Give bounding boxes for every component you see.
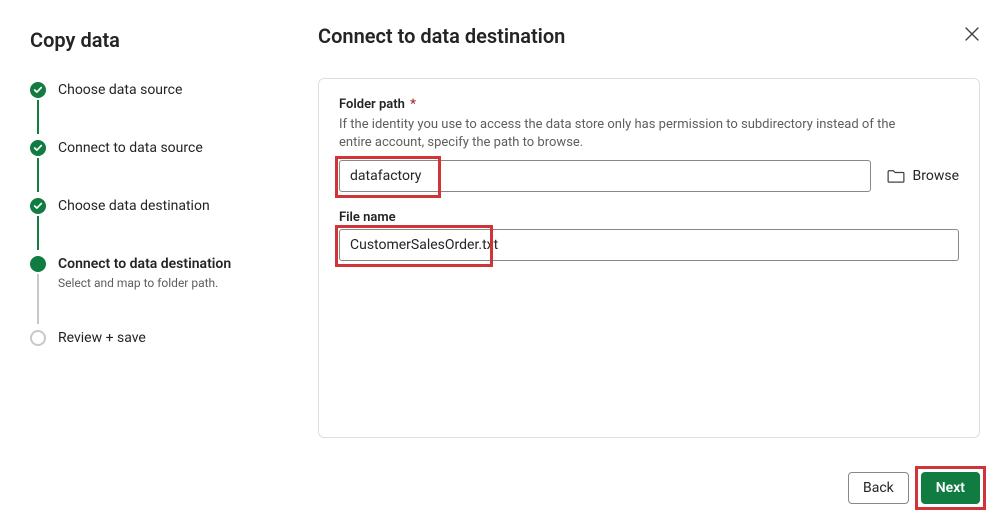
page-title: Connect to data destination xyxy=(318,24,565,48)
step-choose-source[interactable]: Choose data source xyxy=(30,80,280,138)
back-button[interactable]: Back xyxy=(848,472,909,504)
browse-button[interactable]: Browse xyxy=(887,168,959,184)
checkmark-icon xyxy=(30,140,46,156)
step-connect-destination[interactable]: Connect to data destination Select and m… xyxy=(30,254,280,328)
step-choose-destination[interactable]: Choose data destination xyxy=(30,196,280,254)
checkmark-icon xyxy=(30,198,46,214)
step-label: Choose data source xyxy=(58,80,182,100)
required-marker: * xyxy=(410,97,416,112)
folder-path-field: Folder path * If the identity you use to… xyxy=(339,97,959,192)
file-name-field: File name xyxy=(339,210,959,261)
folder-path-row: Browse xyxy=(339,160,959,192)
folder-path-label: Folder path * xyxy=(339,97,959,112)
open-step-icon xyxy=(30,330,46,346)
browse-label: Browse xyxy=(913,168,959,184)
close-button[interactable] xyxy=(952,24,980,52)
file-name-label: File name xyxy=(339,210,959,225)
folder-path-description: If the identity you use to access the da… xyxy=(339,116,899,152)
step-connect-source[interactable]: Connect to data source xyxy=(30,138,280,196)
file-name-input[interactable] xyxy=(339,229,959,261)
footer-actions: Back Next xyxy=(318,454,980,504)
main-panel: Connect to data destination Folder path … xyxy=(300,0,996,520)
close-icon xyxy=(964,26,980,42)
step-review-save[interactable]: Review + save xyxy=(30,328,280,386)
wizard-sidebar: Copy data Choose data source Connect to … xyxy=(0,0,300,520)
folder-icon xyxy=(887,169,905,183)
next-button[interactable]: Next xyxy=(921,472,980,504)
folder-path-input[interactable] xyxy=(339,160,871,192)
step-label: Connect to data destination xyxy=(58,254,231,274)
form-panel: Folder path * If the identity you use to… xyxy=(318,78,980,438)
step-sublabel: Select and map to folder path. xyxy=(58,276,231,290)
step-label: Connect to data source xyxy=(58,138,203,158)
step-label: Review + save xyxy=(58,328,146,348)
sidebar-title: Copy data xyxy=(30,28,280,52)
main-header: Connect to data destination xyxy=(318,24,980,52)
step-label: Choose data destination xyxy=(58,196,210,216)
current-step-icon xyxy=(30,256,46,272)
step-list: Choose data source Connect to data sourc… xyxy=(30,80,280,386)
checkmark-icon xyxy=(30,82,46,98)
